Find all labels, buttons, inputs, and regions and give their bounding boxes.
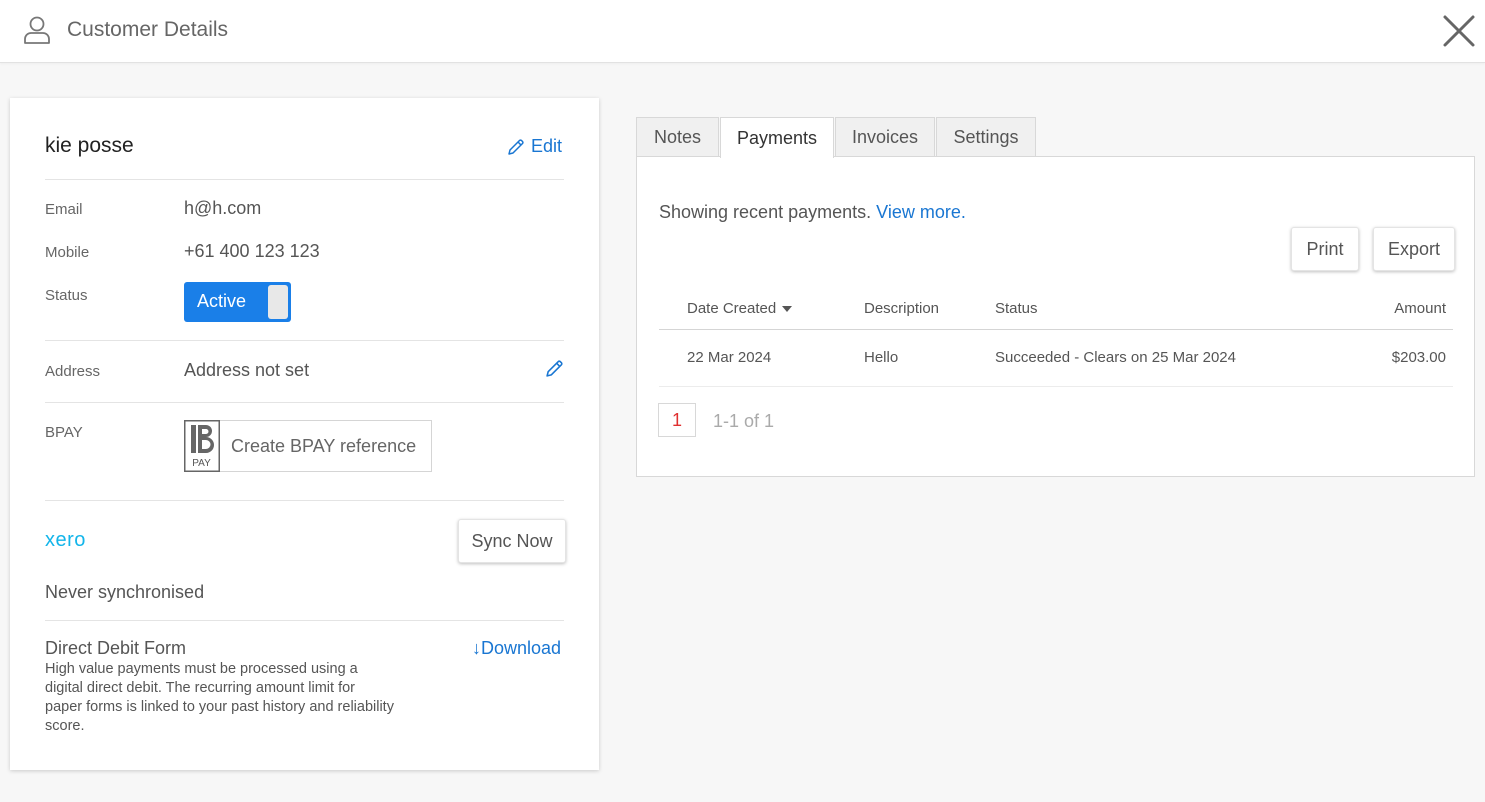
view-more-link[interactable]: View more. <box>876 202 966 222</box>
cell-status: Succeeded - Clears on 25 Mar 2024 <box>995 349 1236 366</box>
cell-date: 22 Mar 2024 <box>687 349 772 366</box>
column-header-date[interactable]: Date Created <box>687 300 793 317</box>
close-icon[interactable] <box>1441 13 1477 49</box>
tab-bar: Notes Payments Invoices Settings <box>636 117 1037 158</box>
tab-payments[interactable]: Payments <box>720 117 834 158</box>
date-header-label: Date Created <box>687 300 777 317</box>
divider <box>45 340 564 341</box>
create-bpay-button[interactable]: PAY Create BPAY reference <box>184 419 432 472</box>
column-header-amount: Amount <box>1394 300 1446 317</box>
user-icon <box>24 16 50 44</box>
direct-debit-description: High value payments must be processed us… <box>45 661 394 734</box>
download-link[interactable]: ↓Download <box>472 638 561 659</box>
sync-status: Never synchronised <box>45 582 205 602</box>
tab-notes[interactable]: Notes <box>636 117 719 156</box>
payments-panel: Showing recent payments. View more. Prin… <box>636 156 1475 477</box>
address-value: Address not set <box>184 360 310 380</box>
email-label: Email <box>45 201 83 218</box>
pencil-icon <box>508 138 524 155</box>
edit-label: Edit <box>531 136 563 156</box>
print-button[interactable]: Print <box>1291 227 1359 271</box>
page-number-button[interactable]: 1 <box>658 403 696 437</box>
download-label: Download <box>481 638 562 658</box>
status-toggle[interactable]: Active <box>184 282 291 322</box>
status-label: Status <box>45 287 88 304</box>
create-bpay-label: Create BPAY reference <box>231 435 417 456</box>
edit-button[interactable]: Edit <box>507 136 562 157</box>
customer-card: kie posse Edit Email h@h.com Mobile +61 … <box>10 98 599 770</box>
cell-amount: $203.00 <box>1391 349 1446 366</box>
svg-text:PAY: PAY <box>192 458 211 469</box>
edit-address-pencil-icon[interactable] <box>545 359 564 378</box>
tab-invoices[interactable]: Invoices <box>835 117 935 156</box>
showing-label: Showing recent payments. <box>659 202 872 222</box>
direct-debit-title: Direct Debit Form <box>45 638 187 658</box>
top-bar: Customer Details <box>0 0 1485 63</box>
bpay-logo: PAY <box>184 419 220 472</box>
divider <box>45 620 564 621</box>
bpay-label: BPAY <box>45 424 83 441</box>
mobile-label: Mobile <box>45 244 90 261</box>
table-header-divider <box>659 329 1453 330</box>
column-header-description: Description <box>864 300 940 317</box>
column-header-status: Status <box>995 300 1038 317</box>
xero-logo: xero <box>45 529 86 551</box>
mobile-value: +61 400 123 123 <box>184 241 320 261</box>
cell-description: Hello <box>864 349 899 366</box>
divider <box>45 179 564 180</box>
tab-settings[interactable]: Settings <box>936 117 1036 156</box>
divider <box>45 402 564 403</box>
sync-now-button[interactable]: Sync Now <box>458 519 566 563</box>
row-divider <box>659 386 1453 387</box>
email-value: h@h.com <box>184 198 262 218</box>
pagination-info: 1-1 of 1 <box>713 411 775 431</box>
customer-name: kie posse <box>45 134 134 157</box>
address-label: Address <box>45 363 101 380</box>
status-toggle-label: Active <box>197 291 247 311</box>
download-icon: ↓ <box>472 638 481 658</box>
page-title: Customer Details <box>67 18 229 41</box>
export-button[interactable]: Export <box>1373 227 1455 271</box>
toggle-knob <box>268 285 288 319</box>
sort-caret-icon <box>782 306 793 313</box>
showing-text: Showing recent payments. View more. <box>659 202 966 223</box>
divider <box>45 500 564 501</box>
